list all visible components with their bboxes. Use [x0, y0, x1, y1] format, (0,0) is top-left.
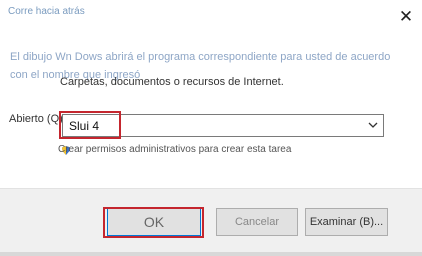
description-line-3: Carpetas, documentos o recursos de Inter…	[60, 76, 284, 88]
ok-highlight-box	[103, 207, 204, 238]
title-bar: Corre hacia atrás ✕	[0, 0, 422, 32]
input-highlight-box	[59, 111, 121, 139]
window-title: Corre hacia atrás	[8, 6, 85, 17]
close-icon[interactable]: ✕	[396, 8, 416, 28]
chevron-down-icon[interactable]	[366, 118, 380, 132]
browse-button[interactable]: Examinar (B)...	[305, 208, 388, 236]
description-line-1: El dibujo Wn Dows abrirá el programa cor…	[10, 51, 391, 63]
cancel-button[interactable]: Cancelar	[216, 208, 298, 236]
bottom-edge	[0, 252, 422, 256]
open-label: Abierto (Q)	[9, 113, 63, 125]
admin-permission-note: Crear permisos administrativos para crea…	[58, 144, 292, 155]
run-dialog: Corre hacia atrás ✕ El dibujo Wn Dows ab…	[0, 0, 422, 256]
